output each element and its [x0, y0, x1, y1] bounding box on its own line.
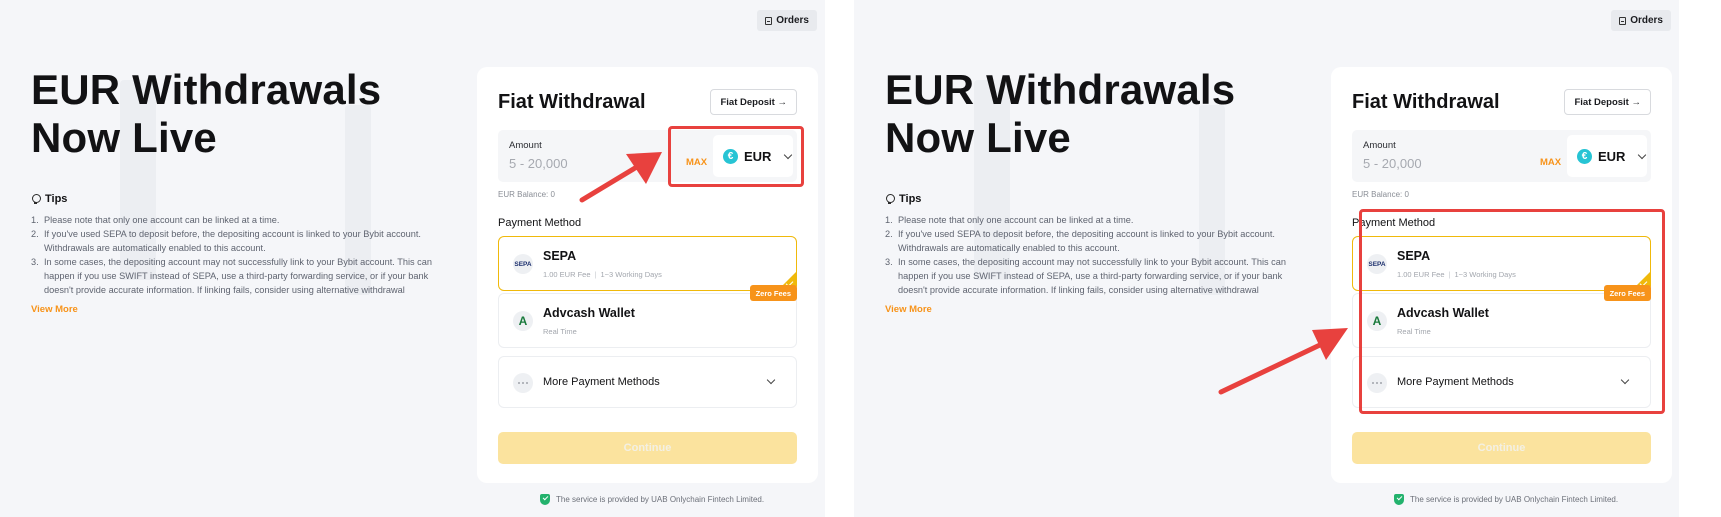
annotation-arrow [1218, 328, 1348, 395]
screenshot-panel-right: Orders EUR Withdrawals Now Live Tips 1. P… [854, 0, 1679, 517]
screenshot-panel-left: Orders EUR Withdrawals Now Live Tips 1. P… [0, 0, 825, 517]
annotation-arrow [579, 152, 662, 203]
